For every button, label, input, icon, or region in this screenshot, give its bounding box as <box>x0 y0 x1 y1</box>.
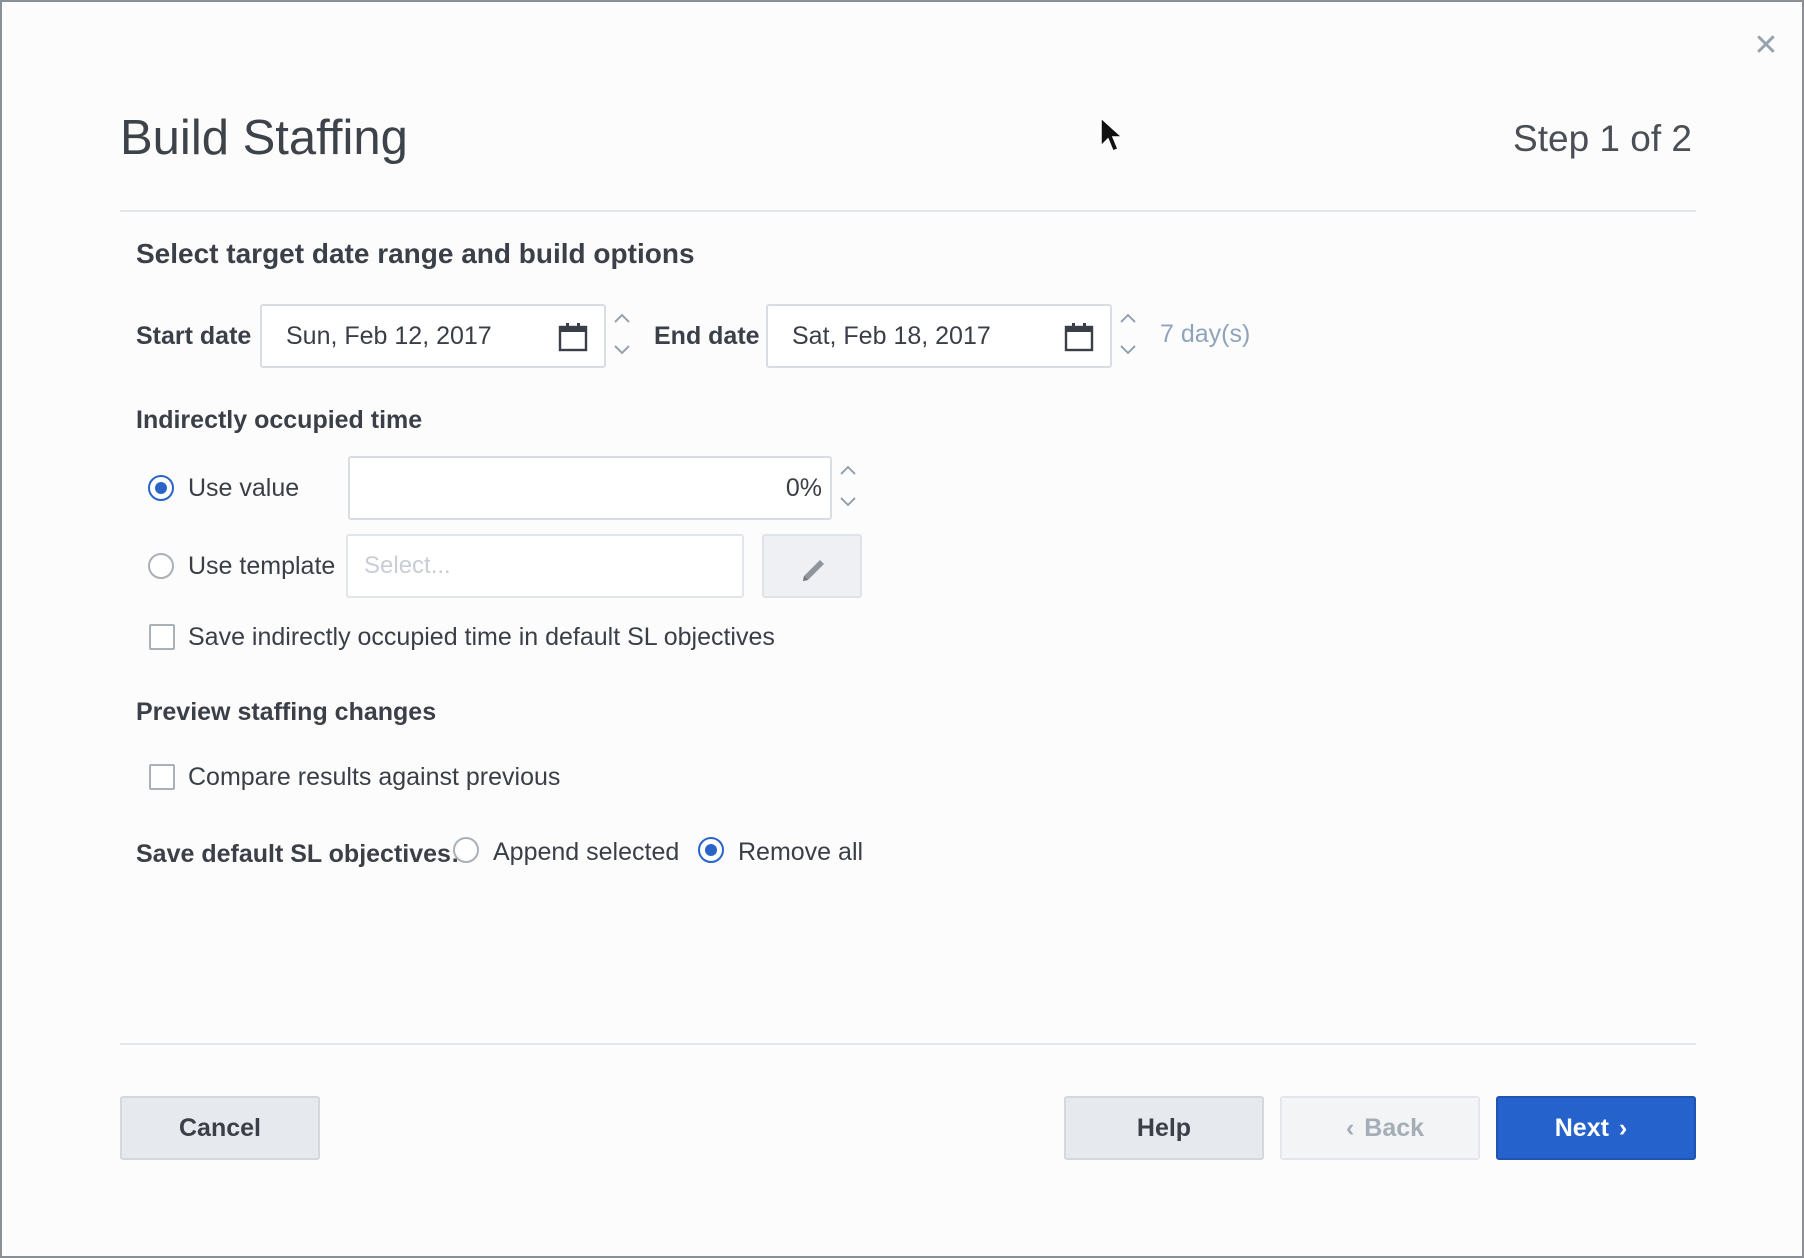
step-indicator: Step 1 of 2 <box>1513 118 1692 159</box>
chevron-up-down-icon[interactable] <box>836 460 860 516</box>
duration-text: 7 day(s) <box>1160 320 1251 348</box>
header-divider <box>120 210 1696 212</box>
section-title: Select target date range and build optio… <box>136 238 695 269</box>
indirect-value: 0% <box>785 474 822 502</box>
chevron-up-down-icon[interactable] <box>1116 308 1140 364</box>
next-button[interactable]: Next › <box>1496 1096 1696 1160</box>
pencil-icon <box>803 560 824 581</box>
help-button[interactable]: Help <box>1064 1096 1264 1160</box>
footer-divider <box>120 1043 1696 1045</box>
remove-all-radio[interactable] <box>698 837 724 863</box>
close-icon[interactable]: ✕ <box>1748 28 1784 64</box>
template-select[interactable]: Select... <box>346 534 744 598</box>
template-placeholder: Select... <box>364 552 451 579</box>
end-date-stepper[interactable] <box>1116 308 1140 364</box>
compare-checkbox[interactable] <box>149 764 175 790</box>
help-label: Help <box>1136 1114 1192 1142</box>
back-label: Back <box>1364 1114 1425 1142</box>
sl-objectives-label: Save default SL objectives: <box>136 840 460 868</box>
chevron-right-icon: › <box>1618 1114 1628 1142</box>
cancel-label: Cancel <box>179 1114 261 1142</box>
build-staffing-dialog: ✕ Build Staffing Step 1 of 2 Select targ… <box>0 0 1804 1258</box>
mouse-cursor-icon <box>1100 116 1124 152</box>
remove-all-label: Remove all <box>738 838 864 866</box>
edit-template-button[interactable] <box>762 534 862 598</box>
indirect-value-stepper[interactable] <box>836 460 860 516</box>
next-label: Next <box>1554 1114 1609 1142</box>
dialog-title: Build Staffing <box>120 111 408 165</box>
append-selected-radio[interactable] <box>453 837 479 863</box>
use-value-label: Use value <box>188 474 300 502</box>
calendar-icon[interactable] <box>1064 322 1094 352</box>
cancel-button[interactable]: Cancel <box>120 1096 320 1160</box>
calendar-icon[interactable] <box>558 322 588 352</box>
use-template-label: Use template <box>188 552 336 580</box>
start-date-label: Start date <box>136 322 252 350</box>
use-template-radio[interactable] <box>148 553 174 579</box>
chevron-left-icon: ‹ <box>1345 1114 1355 1142</box>
preview-title: Preview staffing changes <box>136 698 437 726</box>
start-date-input[interactable]: Sun, Feb 12, 2017 <box>260 304 606 368</box>
indirect-time-title: Indirectly occupied time <box>136 406 423 434</box>
append-selected-label: Append selected <box>493 838 680 866</box>
indirect-value-input[interactable]: 0% <box>348 456 832 520</box>
end-date-label: End date <box>654 322 760 350</box>
use-value-radio[interactable] <box>148 475 174 501</box>
end-date-input[interactable]: Sat, Feb 18, 2017 <box>766 304 1112 368</box>
start-date-value: Sun, Feb 12, 2017 <box>286 322 492 350</box>
save-indirect-checkbox[interactable] <box>149 624 175 650</box>
save-indirect-label: Save indirectly occupied time in default… <box>188 623 775 651</box>
chevron-up-down-icon[interactable] <box>610 308 634 364</box>
start-date-stepper[interactable] <box>610 308 634 364</box>
back-button[interactable]: ‹ Back <box>1280 1096 1480 1160</box>
compare-label: Compare results against previous <box>188 763 561 791</box>
end-date-value: Sat, Feb 18, 2017 <box>792 322 991 350</box>
